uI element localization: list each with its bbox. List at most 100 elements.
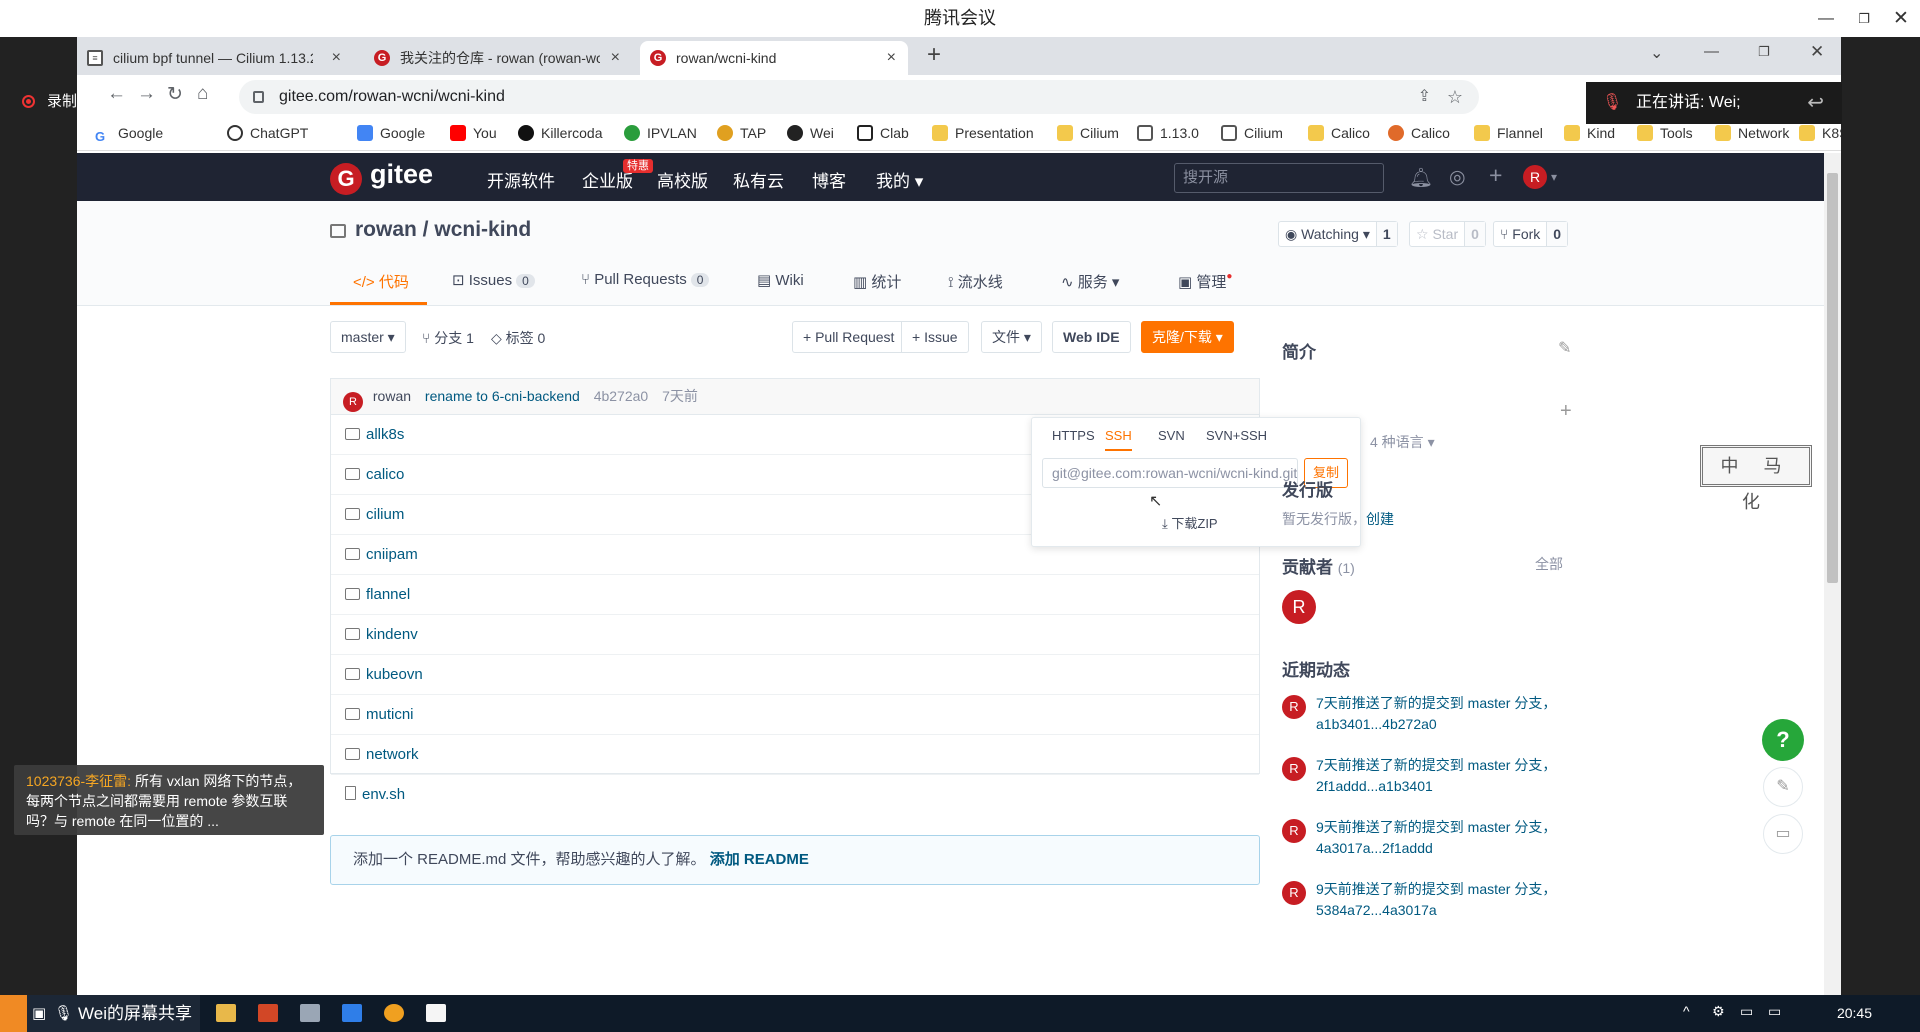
search-app-icon[interactable] (384, 1004, 404, 1022)
tab-search-icon[interactable]: ⌄ (1650, 43, 1663, 63)
clone-tab-svn[interactable]: SVN (1158, 428, 1185, 443)
share-icon[interactable]: ⇪ (1418, 80, 1431, 114)
clone-tab-https[interactable]: HTTPS (1052, 428, 1095, 443)
bookmark-star-icon[interactable]: ☆ (1447, 80, 1463, 114)
list-item[interactable]: muticni (331, 695, 1259, 735)
expand-icon[interactable]: ↩ (1807, 82, 1824, 124)
clone-download-button[interactable]: 克隆/下载 ▾ (1141, 321, 1234, 353)
gitee-logo[interactable]: Ggitee (330, 159, 433, 195)
activity-item[interactable]: R 9天前推送了新的提交到 master 分支，5384a72...4a3017a (1282, 879, 1582, 921)
nav-education[interactable]: 高校版 (657, 167, 708, 192)
activity-item[interactable]: R 7天前推送了新的提交到 master 分支，2f1addd...a1b3401 (1282, 755, 1582, 797)
all-contributors-link[interactable]: 全部 (1535, 554, 1563, 574)
bookmark-wei[interactable]: Wei (787, 125, 834, 141)
bookmark-killercoda[interactable]: Killercoda (518, 125, 602, 141)
reload-icon[interactable]: ↻ (167, 83, 183, 106)
new-issue-button[interactable]: + Issue (901, 321, 969, 353)
web-ide-button[interactable]: Web IDE (1052, 321, 1131, 353)
list-item[interactable]: kindenv (331, 615, 1259, 655)
bookmark-presentation[interactable]: Presentation (932, 125, 1034, 141)
bookmark-k8s[interactable]: K8S (1799, 125, 1841, 141)
repo-name[interactable]: wcni-kind (434, 218, 531, 241)
add-readme-link[interactable]: 添加 README (710, 851, 809, 868)
list-item[interactable]: network (331, 735, 1259, 775)
branch-select[interactable]: master ▾ (330, 321, 406, 353)
branches-link[interactable]: ⑂ 分支 1 (422, 328, 474, 348)
bookmark-cilium-docs[interactable]: Cilium (1221, 125, 1283, 141)
bookmark-tap[interactable]: TAP (717, 125, 766, 141)
fork-button[interactable]: ⑂ Fork 0 (1493, 221, 1569, 247)
clone-tab-svn-ssh[interactable]: SVN+SSH (1206, 428, 1267, 443)
list-item[interactable]: flannel (331, 575, 1259, 615)
close-icon[interactable]: ✕ (1884, 0, 1918, 37)
tab-pipeline[interactable]: ⟟ 流水线 (948, 271, 1003, 292)
app-icon[interactable] (300, 1004, 320, 1022)
commit-author[interactable]: rowan (373, 388, 411, 404)
bookmark-cilium[interactable]: Cilium (1057, 125, 1119, 141)
bookmark-calico[interactable]: Calico (1308, 125, 1370, 141)
bookmark-kind[interactable]: Kind (1564, 125, 1615, 141)
tab-issues[interactable]: ⊡ Issues 0 (452, 271, 535, 289)
tab-wiki[interactable]: ▤ Wiki (757, 271, 804, 289)
back-icon[interactable]: ← (107, 83, 126, 105)
commit-hash[interactable]: 4b272a0 (594, 388, 649, 404)
tab-service[interactable]: ∿ 服务 ▾ (1061, 271, 1119, 292)
close-tab-icon[interactable]: × (887, 41, 896, 75)
nav-blog[interactable]: 博客 (812, 167, 846, 192)
nav-mine[interactable]: 我的 ▾ (876, 167, 923, 192)
repo-owner[interactable]: rowan (355, 218, 417, 241)
forward-icon[interactable]: → (137, 83, 156, 105)
nav-private-cloud[interactable]: 私有云 (733, 167, 784, 192)
home-icon[interactable]: ⌂ (197, 83, 208, 105)
chevron-down-icon[interactable]: ▾ (1551, 170, 1557, 184)
list-item[interactable]: kubeovn (331, 655, 1259, 695)
powerpoint-icon[interactable] (258, 1004, 278, 1022)
contributor-avatar[interactable]: R (1282, 590, 1316, 624)
bookmark-google[interactable]: G Google (95, 125, 163, 145)
comment-icon[interactable]: ▭ (1763, 814, 1803, 854)
bookmark-ipvlan[interactable]: IPVLAN (624, 125, 697, 141)
tab-starred-repos[interactable]: G 我关注的仓库 - rowan (rowan-wcni) × (364, 41, 632, 75)
new-tab-icon[interactable]: + (927, 41, 941, 69)
scrollbar-thumb[interactable] (1827, 173, 1838, 583)
feedback-icon[interactable]: ✎ (1763, 767, 1803, 807)
user-avatar[interactable]: R (1523, 165, 1547, 189)
explorer-icon[interactable] (216, 1004, 236, 1022)
bookmark-google-translate[interactable]: Google (357, 125, 425, 141)
nav-open-source[interactable]: 开源软件 (487, 167, 555, 192)
browser-minimize-icon[interactable]: — (1704, 43, 1719, 60)
activity-item[interactable]: R 9天前推送了新的提交到 master 分支，4a3017a...2f1addd (1282, 817, 1582, 859)
gitee-search-input[interactable]: 搜开源 (1174, 163, 1384, 193)
meeting-icon[interactable] (342, 1004, 362, 1022)
list-item[interactable]: env.sh (331, 775, 1259, 813)
star-button[interactable]: ☆ Star 0 (1409, 221, 1486, 247)
new-pr-button[interactable]: + Pull Request (792, 321, 906, 353)
browser-restore-icon[interactable]: ❐ (1758, 44, 1770, 60)
minimize-icon[interactable]: — (1809, 0, 1843, 37)
bookmark-clab[interactable]: Clab (857, 125, 909, 141)
create-release-link[interactable]: 创建 (1366, 511, 1394, 527)
restore-icon[interactable]: ❐ (1847, 0, 1881, 37)
bookmark-chatgpt[interactable]: ChatGPT (227, 125, 308, 141)
scrollbar[interactable] (1824, 153, 1841, 995)
tab-cilium[interactable]: ≡ cilium bpf tunnel — Cilium 1.13.2 × (77, 41, 353, 75)
clone-url-input[interactable]: git@gitee.com:rowan-wcni/wcni-kind.git (1042, 458, 1298, 488)
tab-manage[interactable]: ▣ 管理● (1178, 271, 1232, 292)
commit-message[interactable]: rename to 6-cni-backend (425, 388, 580, 404)
display-icon[interactable]: ▭ (1768, 1003, 1781, 1020)
bell-icon[interactable]: 🔔︎ (1409, 166, 1433, 190)
network-icon[interactable]: ⚙ (1712, 1003, 1725, 1020)
tray-chevron-icon[interactable]: ^ (1683, 1003, 1690, 1019)
bookmark-tools[interactable]: Tools (1637, 125, 1693, 141)
languages-dropdown[interactable]: 4 种语言 ▾ (1370, 432, 1435, 452)
tab-wcni-kind[interactable]: G rowan/wcni-kind × (640, 41, 908, 75)
battery-icon[interactable]: ▭ (1740, 1003, 1753, 1020)
add-icon[interactable]: + (1560, 400, 1572, 423)
browser-close-icon[interactable]: ✕ (1810, 42, 1824, 62)
tab-pull-requests[interactable]: ⑂ Pull Requests 0 (581, 271, 710, 288)
activity-item[interactable]: R 7天前推送了新的提交到 master 分支，a1b3401...4b272a0 (1282, 693, 1582, 735)
clone-tab-ssh[interactable]: SSH (1105, 428, 1132, 451)
bookmark-network[interactable]: Network (1715, 125, 1789, 141)
edit-icon[interactable]: ✎ (1558, 338, 1571, 358)
tab-stats[interactable]: ▥ 统计 (853, 271, 901, 292)
